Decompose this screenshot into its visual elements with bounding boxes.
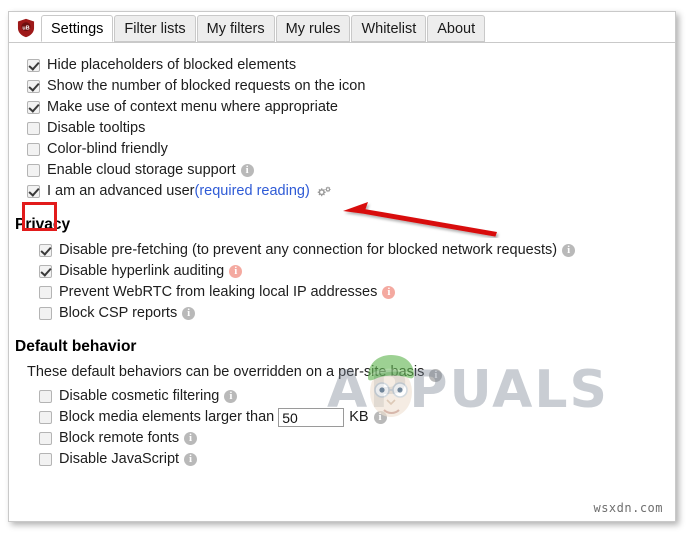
option-advanced-user[interactable]: I am an advanced user (required reading) xyxy=(9,181,675,202)
tab-my-filters[interactable]: My filters xyxy=(196,15,275,42)
info-icon[interactable]: i xyxy=(184,432,198,445)
info-icon[interactable]: i xyxy=(182,307,196,320)
info-icon[interactable]: i xyxy=(229,265,243,278)
info-icon[interactable]: i xyxy=(382,286,396,299)
option-label: Show the number of blocked requests on t… xyxy=(47,78,366,94)
checkbox-block-remote-fonts[interactable] xyxy=(39,432,52,445)
info-icon[interactable]: i xyxy=(224,390,238,403)
wsxdn-watermark: wsxdn.com xyxy=(593,501,663,515)
option-color-blind-friendly[interactable]: Color-blind friendly xyxy=(9,139,675,160)
settings-content: Hide placeholders of blocked elements Sh… xyxy=(9,43,675,470)
checkbox-context-menu[interactable] xyxy=(27,101,40,114)
checkbox-block-media-elements[interactable] xyxy=(39,411,52,424)
checkbox-prevent-webrtc-leak[interactable] xyxy=(39,286,52,299)
gears-icon[interactable] xyxy=(316,185,332,199)
checkbox-block-csp-reports[interactable] xyxy=(39,307,52,320)
tab-settings[interactable]: Settings xyxy=(41,15,114,42)
option-disable-hyperlink-auditing[interactable]: Disable hyperlink auditing i xyxy=(9,261,675,282)
default-behavior-note: These default behaviors can be overridde… xyxy=(9,362,675,386)
ublock-settings-panel: uB Settings Filter lists My filters My r… xyxy=(8,11,676,522)
option-label: Enable cloud storage support xyxy=(47,162,236,178)
checkbox-disable-cosmetic-filtering[interactable] xyxy=(39,390,52,403)
info-icon[interactable]: i xyxy=(240,164,254,177)
tab-whitelist[interactable]: Whitelist xyxy=(351,15,427,42)
option-label: Prevent WebRTC from leaking local IP add… xyxy=(59,284,378,300)
option-label: Block media elements larger than xyxy=(59,409,275,425)
option-label: Disable tooltips xyxy=(47,120,146,136)
option-disable-javascript[interactable]: Disable JavaScript i xyxy=(9,449,675,470)
media-size-unit: KB xyxy=(349,409,369,425)
ublock-shield-icon: uB xyxy=(15,17,37,39)
tab-my-rules[interactable]: My rules xyxy=(275,15,351,42)
option-context-menu[interactable]: Make use of context menu where appropria… xyxy=(9,97,675,118)
option-label: Color-blind friendly xyxy=(47,141,168,157)
checkbox-disable-hyperlink-auditing[interactable] xyxy=(39,265,52,278)
checkbox-show-blocked-count[interactable] xyxy=(27,80,40,93)
option-prevent-webrtc-leak[interactable]: Prevent WebRTC from leaking local IP add… xyxy=(9,282,675,303)
option-label: Block CSP reports xyxy=(59,305,178,321)
advanced-user-checkbox[interactable] xyxy=(27,185,40,198)
checkbox-color-blind-friendly[interactable] xyxy=(27,143,40,156)
option-block-remote-fonts[interactable]: Block remote fonts i xyxy=(9,428,675,449)
option-hide-placeholders[interactable]: Hide placeholders of blocked elements xyxy=(9,55,675,76)
option-block-csp-reports[interactable]: Block CSP reports i xyxy=(9,303,675,324)
option-disable-prefetching[interactable]: Disable pre-fetching (to prevent any con… xyxy=(9,240,675,261)
option-label: Disable pre-fetching (to prevent any con… xyxy=(59,242,558,258)
option-label: Make use of context menu where appropria… xyxy=(47,99,338,115)
advanced-user-label: I am an advanced user xyxy=(47,183,195,199)
tab-filter-lists[interactable]: Filter lists xyxy=(114,15,196,42)
option-block-media-elements[interactable]: Block media elements larger than KB i xyxy=(9,407,675,428)
option-cloud-storage[interactable]: Enable cloud storage support i xyxy=(9,160,675,181)
svg-text:uB: uB xyxy=(22,25,29,31)
tab-strip: uB Settings Filter lists My filters My r… xyxy=(9,12,675,43)
tab-about[interactable]: About xyxy=(427,15,486,42)
option-label: Block remote fonts xyxy=(59,430,180,446)
checkbox-hide-placeholders[interactable] xyxy=(27,59,40,72)
privacy-heading: Privacy xyxy=(15,216,71,233)
info-icon[interactable]: i xyxy=(562,244,576,257)
option-label: Disable JavaScript xyxy=(59,451,180,467)
option-label: Disable cosmetic filtering xyxy=(59,388,220,404)
checkbox-disable-javascript[interactable] xyxy=(39,453,52,466)
checkbox-disable-tooltips[interactable] xyxy=(27,122,40,135)
default-behavior-heading: Default behavior xyxy=(15,338,137,355)
option-label: Hide placeholders of blocked elements xyxy=(47,57,297,73)
note-text: These default behaviors can be overridde… xyxy=(27,364,425,380)
info-icon[interactable]: i xyxy=(373,411,387,424)
option-show-blocked-count[interactable]: Show the number of blocked requests on t… xyxy=(9,76,675,97)
option-disable-tooltips[interactable]: Disable tooltips xyxy=(9,118,675,139)
info-icon[interactable]: i xyxy=(429,369,443,382)
option-disable-cosmetic-filtering[interactable]: Disable cosmetic filtering i xyxy=(9,386,675,407)
media-size-input[interactable] xyxy=(278,408,345,427)
option-label: Disable hyperlink auditing xyxy=(59,263,225,279)
info-icon[interactable]: i xyxy=(184,453,198,466)
checkbox-disable-prefetching[interactable] xyxy=(39,244,52,257)
checkbox-cloud-storage[interactable] xyxy=(27,164,40,177)
required-reading-link[interactable]: (required reading) xyxy=(195,184,310,199)
